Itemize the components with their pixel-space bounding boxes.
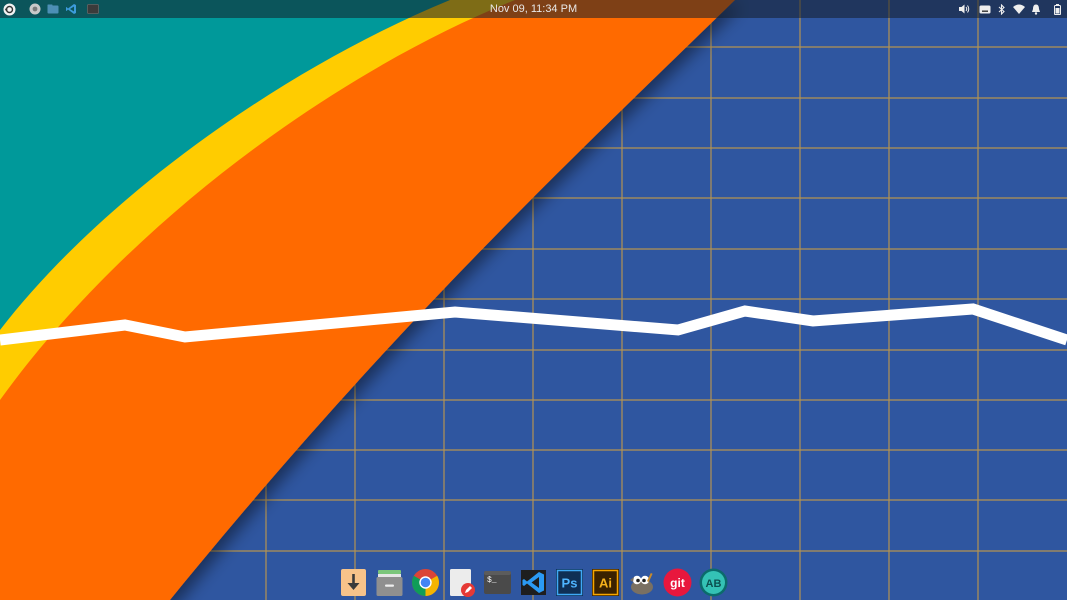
- chrome-icon[interactable]: [28, 2, 42, 16]
- dock-item-illustrator[interactable]: Ai: [591, 568, 620, 597]
- dock-item-files[interactable]: [375, 568, 404, 597]
- dock-item-vscode[interactable]: [519, 568, 548, 597]
- clock[interactable]: Nov 09, 11:34 PM: [490, 3, 577, 15]
- dock-item-git[interactable]: git: [663, 568, 692, 597]
- illustrator-label: Ai: [599, 575, 612, 590]
- vscode-icon: [521, 569, 546, 595]
- keyboard-icon[interactable]: [979, 3, 991, 15]
- dock-item-gimp[interactable]: [627, 568, 656, 597]
- git-label: git: [670, 576, 685, 590]
- terminal-icon: $_: [484, 570, 511, 594]
- chrome-icon: [412, 568, 439, 596]
- dock-item-downloads[interactable]: [339, 568, 368, 597]
- ab-icon: AB: [699, 568, 728, 596]
- panel-launchers: [2, 0, 100, 18]
- download-icon: [341, 568, 366, 596]
- dock: $_ Ps Ai git AB: [339, 565, 728, 599]
- files-icon[interactable]: [46, 2, 60, 16]
- dock-item-chrome[interactable]: [411, 568, 440, 597]
- dock-item-terminal[interactable]: $_: [483, 568, 512, 597]
- files-icon: [376, 569, 403, 596]
- terminal-icon[interactable]: [86, 2, 100, 16]
- wifi-icon[interactable]: [1013, 3, 1025, 15]
- battery-icon[interactable]: [1051, 3, 1063, 15]
- desktop[interactable]: Nov 09, 11:34 PM $_ Ps Ai git AB: [0, 0, 1067, 600]
- bluetooth-icon[interactable]: [996, 3, 1008, 15]
- git-icon: git: [663, 568, 692, 596]
- volume-icon[interactable]: [958, 3, 970, 15]
- vscode-icon[interactable]: [64, 2, 78, 16]
- dock-item-ab[interactable]: AB: [699, 568, 728, 597]
- dock-item-photoshop[interactable]: Ps: [555, 568, 584, 597]
- illustrator-icon: Ai: [592, 568, 619, 596]
- terminal-prompt: $_: [487, 576, 497, 585]
- wallpaper: [0, 0, 1067, 600]
- photoshop-label: Ps: [562, 575, 578, 590]
- text-editor-icon: [450, 568, 475, 597]
- ab-label: AB: [706, 578, 722, 590]
- system-tray: [958, 0, 1063, 18]
- gimp-icon: [630, 572, 653, 594]
- notifications-icon[interactable]: [1030, 3, 1042, 15]
- photoshop-icon: Ps: [556, 568, 583, 596]
- app-menu-icon[interactable]: [2, 2, 16, 16]
- top-panel: Nov 09, 11:34 PM: [0, 0, 1067, 18]
- dock-item-text-editor[interactable]: [447, 568, 476, 597]
